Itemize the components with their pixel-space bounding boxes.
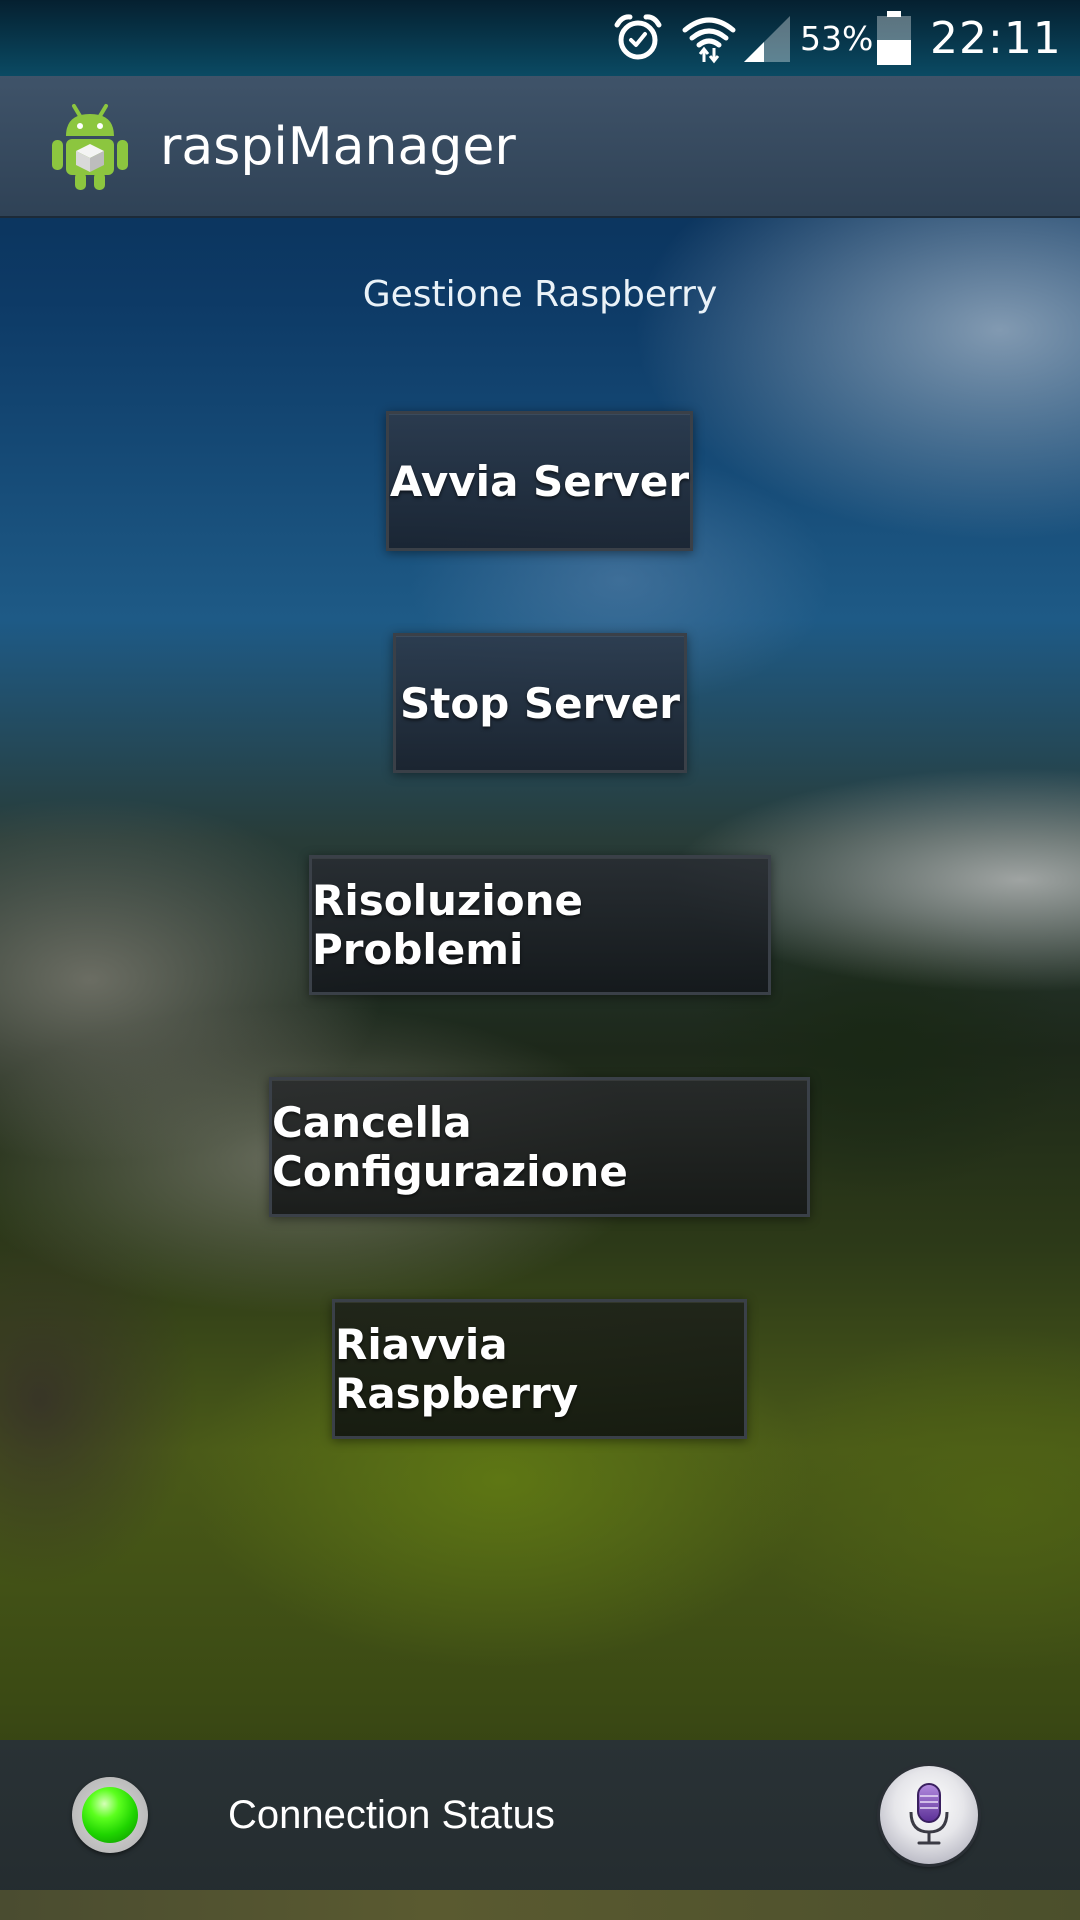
status-bar: 53% 22:11 xyxy=(0,0,1080,76)
app-title: raspiManager xyxy=(160,117,516,177)
status-led-icon xyxy=(82,1787,138,1843)
android-icon[interactable] xyxy=(48,100,132,192)
stop-server-button[interactable]: Stop Server xyxy=(393,633,687,773)
signal-icon xyxy=(742,0,792,76)
connection-status-indicator xyxy=(72,1777,148,1853)
battery-icon xyxy=(876,0,912,76)
microphone-button[interactable] xyxy=(880,1766,978,1864)
page-heading: Gestione Raspberry xyxy=(362,274,718,315)
troubleshooting-button[interactable]: Risoluzione Problemi xyxy=(309,855,771,995)
background-strip xyxy=(0,1890,1080,1920)
app-screen: 53% 22:11 raspiManager Gestione Raspberr… xyxy=(0,0,1080,1920)
wifi-icon xyxy=(682,0,736,76)
microphone-icon xyxy=(909,1783,949,1845)
reboot-raspberry-button[interactable]: Riavvia Raspberry xyxy=(332,1299,747,1439)
clock: 22:11 xyxy=(930,12,1062,64)
bottom-status-bar: Connection Status xyxy=(0,1740,1080,1890)
clear-configuration-button[interactable]: Cancella Configurazione xyxy=(269,1077,810,1217)
connection-status-label: Connection Status xyxy=(228,1793,555,1837)
action-bar: raspiManager xyxy=(0,76,1080,218)
alarm-icon xyxy=(612,0,664,76)
start-server-button[interactable]: Avvia Server xyxy=(386,411,693,551)
battery-percentage: 53% xyxy=(800,18,874,58)
